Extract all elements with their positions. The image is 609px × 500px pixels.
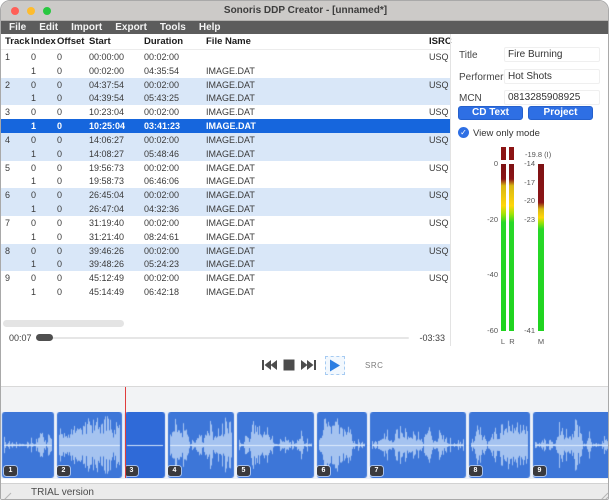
table-row[interactable]: 1 0 19:58:73 06:46:06 IMAGE.DAT: [1, 174, 450, 189]
play-button[interactable]: [325, 355, 345, 375]
meter-scale-label: -17: [524, 178, 535, 187]
view-only-checkbox[interactable]: ✓: [458, 127, 469, 138]
table-row[interactable]: 5 0 0 19:56:73 00:02:00 IMAGE.DAT USQ: [1, 160, 450, 175]
table-row[interactable]: 1 0 10:25:04 03:41:23 IMAGE.DAT: [1, 119, 450, 133]
menu-import[interactable]: Import: [71, 21, 102, 34]
column-header: File Name: [206, 36, 251, 47]
elapsed-time-label: 00:07: [9, 333, 32, 343]
meter-scale-label: -20: [487, 215, 498, 224]
project-button[interactable]: Project: [528, 106, 593, 120]
meter-scale-label: -60: [487, 326, 498, 335]
menu-export[interactable]: Export: [115, 21, 147, 34]
previous-track-button[interactable]: [261, 359, 277, 371]
meter-scale-label: -14: [524, 159, 535, 168]
waveform-display[interactable]: 1 2 3 4 5 6 7 8 9: [1, 411, 608, 479]
menu-edit[interactable]: Edit: [39, 21, 58, 34]
view-only-label: View only mode: [473, 128, 540, 139]
title-label: Title: [459, 50, 478, 61]
window-title: Sonoris DDP Creator - [unnamed*]: [223, 5, 388, 16]
meter-scale-label: -41: [524, 326, 535, 335]
track-marker-badge[interactable]: 9: [533, 466, 546, 476]
next-track-icon: [301, 360, 316, 370]
level-meter-right: [509, 164, 514, 331]
table-row[interactable]: 2 0 0 04:37:54 00:02:00 IMAGE.DAT USQ: [1, 77, 450, 92]
remaining-time-label: -03:33: [419, 333, 445, 343]
panel-divider: [450, 34, 451, 346]
table-row[interactable]: 1 0 26:47:04 04:32:36 IMAGE.DAT: [1, 202, 450, 216]
waveform-canvas[interactable]: [1, 412, 608, 478]
table-row[interactable]: 1 0 0 00:00:00 00:02:00 USQ: [1, 50, 450, 64]
menu-file[interactable]: File: [9, 21, 26, 34]
table-row[interactable]: 1 0 39:48:26 05:24:23 IMAGE.DAT: [1, 257, 450, 272]
mono-channel-label: M: [537, 337, 545, 346]
left-channel-label: L: [500, 337, 506, 346]
clip-indicator-left: [501, 147, 506, 160]
transport-controls: SRC: [261, 353, 383, 377]
track-marker-badge[interactable]: 7: [370, 466, 383, 476]
column-header: Offset: [57, 36, 85, 47]
table-row[interactable]: 1 0 14:08:27 05:48:46 IMAGE.DAT: [1, 146, 450, 161]
next-track-button[interactable]: [301, 359, 317, 371]
play-icon: [330, 359, 340, 371]
table-row[interactable]: 1 0 45:14:49 06:42:18 IMAGE.DAT: [1, 285, 450, 299]
table-row[interactable]: 1 0 00:02:00 04:35:54 IMAGE.DAT: [1, 63, 450, 78]
track-marker-badge[interactable]: 3: [125, 466, 138, 476]
previous-track-icon: [262, 360, 277, 370]
column-header: Duration: [144, 36, 184, 47]
menu-bar: File Edit Import Export Tools Help: [1, 21, 608, 34]
loudness-meter: [538, 164, 544, 331]
meter-scale-label: 0: [493, 159, 498, 168]
column-header: Start: [89, 36, 111, 47]
track-marker-badge[interactable]: 5: [237, 466, 250, 476]
level-meter-left: [501, 164, 506, 331]
status-bar: TRIAL version: [1, 483, 609, 500]
clip-indicator-right: [509, 147, 514, 160]
playhead-line[interactable]: [125, 387, 126, 478]
column-header: Track: [5, 36, 30, 47]
right-channel-label: R: [509, 337, 515, 346]
track-marker-badge[interactable]: 8: [469, 466, 482, 476]
performer-field[interactable]: [504, 69, 600, 84]
meter-scale-label: -40: [487, 270, 498, 279]
waveform-header: 10:32 51:56:67: [1, 386, 608, 411]
table-row[interactable]: 1 0 31:21:40 08:24:61 IMAGE.DAT: [1, 229, 450, 244]
track-marker-badge[interactable]: 1: [4, 466, 17, 476]
resize-grip-right-icon[interactable]: [598, 491, 609, 500]
meter-scale-label: -23: [524, 215, 535, 224]
stop-button[interactable]: [283, 359, 295, 371]
stop-icon: [283, 359, 295, 371]
scrub-track[interactable]: [37, 337, 409, 339]
table-row[interactable]: 6 0 0 26:45:04 00:02:00 IMAGE.DAT USQ: [1, 188, 450, 203]
track-table: 1 0 0 00:00:00 00:02:00 USQ 1 0 00:02:00 04:35:54…: [1, 50, 450, 299]
column-header: ISRC: [429, 36, 452, 47]
mcn-field[interactable]: [504, 90, 600, 105]
menu-tools[interactable]: Tools: [160, 21, 186, 34]
table-row[interactable]: 4 0 0 14:06:27 00:02:00 IMAGE.DAT USQ: [1, 132, 450, 147]
meter-scale-label: -20: [524, 196, 535, 205]
performer-label: Performer: [459, 72, 504, 83]
mcn-label: MCN: [459, 93, 482, 104]
track-marker-badge[interactable]: 6: [317, 466, 330, 476]
table-row[interactable]: 3 0 0 10:23:04 00:02:00 IMAGE.DAT USQ: [1, 105, 450, 120]
loudness-readout: -19.8 (I): [525, 150, 552, 159]
table-row[interactable]: 9 0 0 45:12:49 00:02:00 IMAGE.DAT USQ: [1, 271, 450, 286]
track-marker-badge[interactable]: 4: [168, 466, 181, 476]
table-row[interactable]: 8 0 0 39:46:26 00:02:00 IMAGE.DAT USQ: [1, 243, 450, 258]
resize-grip-left-icon[interactable]: [2, 492, 12, 500]
table-row[interactable]: 1 0 04:39:54 05:43:25 IMAGE.DAT: [1, 91, 450, 106]
trial-version-label: TRIAL version: [31, 487, 94, 498]
table-header: Track Index Offset Start Duration File Name IS…: [1, 34, 452, 50]
cd-text-button[interactable]: CD Text: [458, 106, 523, 120]
table-row[interactable]: 7 0 0 31:19:40 00:02:00 IMAGE.DAT USQ: [1, 215, 450, 230]
table-scrollbar[interactable]: [3, 320, 124, 327]
src-label: SRC: [365, 360, 384, 370]
track-marker-badge[interactable]: 2: [57, 466, 70, 476]
title-bar[interactable]: Sonoris DDP Creator - [unnamed*]: [1, 1, 608, 21]
app-window: Sonoris DDP Creator - [unnamed*] File Edi…: [0, 0, 609, 500]
column-header: Index: [31, 36, 56, 47]
scrub-handle[interactable]: [36, 334, 53, 341]
title-field[interactable]: [504, 47, 600, 62]
menu-help[interactable]: Help: [199, 21, 221, 34]
